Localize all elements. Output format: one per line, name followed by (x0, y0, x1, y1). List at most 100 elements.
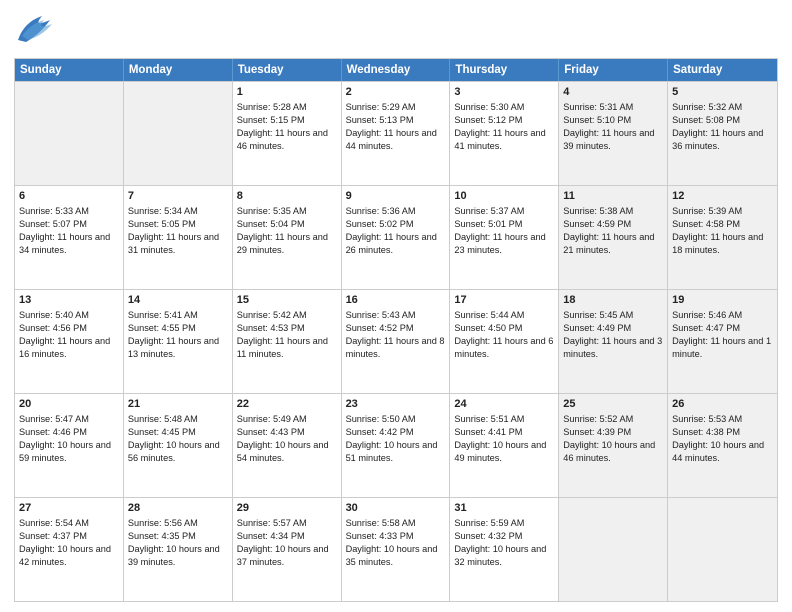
calendar-body: 1 Sunrise: 5:28 AM Sunset: 5:15 PM Daylig… (15, 81, 777, 601)
day-number: 12 (672, 189, 773, 204)
cal-cell-3-1: 13 Sunrise: 5:40 AM Sunset: 4:56 PM Dayli… (15, 290, 124, 393)
cal-cell-4-3: 22 Sunrise: 5:49 AM Sunset: 4:43 PM Dayli… (233, 394, 342, 497)
cal-cell-4-1: 20 Sunrise: 5:47 AM Sunset: 4:46 PM Dayli… (15, 394, 124, 497)
day-info: Sunrise: 5:48 AM Sunset: 4:45 PM Dayligh… (128, 414, 220, 463)
day-info: Sunrise: 5:36 AM Sunset: 5:02 PM Dayligh… (346, 206, 437, 255)
cal-cell-2-7: 12 Sunrise: 5:39 AM Sunset: 4:58 PM Dayli… (668, 186, 777, 289)
day-number: 5 (672, 85, 773, 100)
day-info: Sunrise: 5:53 AM Sunset: 4:38 PM Dayligh… (672, 414, 764, 463)
cal-cell-1-6: 4 Sunrise: 5:31 AM Sunset: 5:10 PM Daylig… (559, 82, 668, 185)
page: SundayMondayTuesdayWednesdayThursdayFrid… (0, 0, 792, 612)
week-row-3: 13 Sunrise: 5:40 AM Sunset: 4:56 PM Dayli… (15, 289, 777, 393)
logo-icon (14, 10, 58, 50)
day-info: Sunrise: 5:50 AM Sunset: 4:42 PM Dayligh… (346, 414, 438, 463)
day-info: Sunrise: 5:56 AM Sunset: 4:35 PM Dayligh… (128, 518, 220, 567)
cal-cell-3-4: 16 Sunrise: 5:43 AM Sunset: 4:52 PM Dayli… (342, 290, 451, 393)
cal-cell-5-4: 30 Sunrise: 5:58 AM Sunset: 4:33 PM Dayli… (342, 498, 451, 601)
day-info: Sunrise: 5:34 AM Sunset: 5:05 PM Dayligh… (128, 206, 219, 255)
day-number: 19 (672, 293, 773, 308)
header-day-thursday: Thursday (450, 59, 559, 81)
cal-cell-5-7 (668, 498, 777, 601)
day-info: Sunrise: 5:31 AM Sunset: 5:10 PM Dayligh… (563, 102, 654, 151)
header-day-friday: Friday (559, 59, 668, 81)
day-number: 20 (19, 397, 119, 412)
cal-cell-5-6 (559, 498, 668, 601)
day-info: Sunrise: 5:35 AM Sunset: 5:04 PM Dayligh… (237, 206, 328, 255)
cal-cell-1-2 (124, 82, 233, 185)
week-row-2: 6 Sunrise: 5:33 AM Sunset: 5:07 PM Daylig… (15, 185, 777, 289)
cal-cell-4-7: 26 Sunrise: 5:53 AM Sunset: 4:38 PM Dayli… (668, 394, 777, 497)
cal-cell-5-1: 27 Sunrise: 5:54 AM Sunset: 4:37 PM Dayli… (15, 498, 124, 601)
week-row-5: 27 Sunrise: 5:54 AM Sunset: 4:37 PM Dayli… (15, 497, 777, 601)
day-info: Sunrise: 5:45 AM Sunset: 4:49 PM Dayligh… (563, 310, 662, 359)
day-number: 4 (563, 85, 663, 100)
day-info: Sunrise: 5:33 AM Sunset: 5:07 PM Dayligh… (19, 206, 110, 255)
header (14, 10, 778, 50)
header-day-wednesday: Wednesday (342, 59, 451, 81)
day-info: Sunrise: 5:37 AM Sunset: 5:01 PM Dayligh… (454, 206, 545, 255)
day-info: Sunrise: 5:57 AM Sunset: 4:34 PM Dayligh… (237, 518, 329, 567)
day-info: Sunrise: 5:28 AM Sunset: 5:15 PM Dayligh… (237, 102, 328, 151)
day-number: 13 (19, 293, 119, 308)
day-info: Sunrise: 5:47 AM Sunset: 4:46 PM Dayligh… (19, 414, 111, 463)
day-number: 6 (19, 189, 119, 204)
day-info: Sunrise: 5:46 AM Sunset: 4:47 PM Dayligh… (672, 310, 771, 359)
day-info: Sunrise: 5:44 AM Sunset: 4:50 PM Dayligh… (454, 310, 553, 359)
week-row-4: 20 Sunrise: 5:47 AM Sunset: 4:46 PM Dayli… (15, 393, 777, 497)
day-number: 15 (237, 293, 337, 308)
cal-cell-3-3: 15Sunrise: 5:42 AM Sunset: 4:53 PM Dayli… (233, 290, 342, 393)
cal-cell-2-2: 7 Sunrise: 5:34 AM Sunset: 5:05 PM Daylig… (124, 186, 233, 289)
cal-cell-1-5: 3 Sunrise: 5:30 AM Sunset: 5:12 PM Daylig… (450, 82, 559, 185)
day-info: Sunrise: 5:43 AM Sunset: 4:52 PM Dayligh… (346, 310, 445, 359)
cal-cell-5-3: 29Sunrise: 5:57 AM Sunset: 4:34 PM Dayli… (233, 498, 342, 601)
cal-cell-1-3: 1 Sunrise: 5:28 AM Sunset: 5:15 PM Daylig… (233, 82, 342, 185)
day-number: 30 (346, 501, 446, 516)
cal-cell-3-2: 14 Sunrise: 5:41 AM Sunset: 4:55 PM Dayli… (124, 290, 233, 393)
day-info: Sunrise: 5:29 AM Sunset: 5:13 PM Dayligh… (346, 102, 437, 151)
day-number: 24 (454, 397, 554, 412)
day-info: Sunrise: 5:59 AM Sunset: 4:32 PM Dayligh… (454, 518, 546, 567)
day-number: 7 (128, 189, 228, 204)
day-info: Sunrise: 5:40 AM Sunset: 4:56 PM Dayligh… (19, 310, 110, 359)
cal-cell-1-4: 2Sunrise: 5:29 AM Sunset: 5:13 PM Daylig… (342, 82, 451, 185)
day-info: Sunrise: 5:39 AM Sunset: 4:58 PM Dayligh… (672, 206, 763, 255)
day-number: 31 (454, 501, 554, 516)
cal-cell-2-4: 9 Sunrise: 5:36 AM Sunset: 5:02 PM Daylig… (342, 186, 451, 289)
day-number: 26 (672, 397, 773, 412)
day-number: 9 (346, 189, 446, 204)
day-info: Sunrise: 5:52 AM Sunset: 4:39 PM Dayligh… (563, 414, 655, 463)
cal-cell-3-5: 17 Sunrise: 5:44 AM Sunset: 4:50 PM Dayli… (450, 290, 559, 393)
cal-cell-2-1: 6 Sunrise: 5:33 AM Sunset: 5:07 PM Daylig… (15, 186, 124, 289)
day-info: Sunrise: 5:49 AM Sunset: 4:43 PM Dayligh… (237, 414, 329, 463)
header-day-tuesday: Tuesday (233, 59, 342, 81)
cal-cell-3-6: 18 Sunrise: 5:45 AM Sunset: 4:49 PM Dayli… (559, 290, 668, 393)
logo (14, 10, 62, 50)
week-row-1: 1 Sunrise: 5:28 AM Sunset: 5:15 PM Daylig… (15, 81, 777, 185)
cal-cell-5-5: 31 Sunrise: 5:59 AM Sunset: 4:32 PM Dayli… (450, 498, 559, 601)
calendar-header: SundayMondayTuesdayWednesdayThursdayFrid… (15, 59, 777, 81)
day-number: 18 (563, 293, 663, 308)
header-day-saturday: Saturday (668, 59, 777, 81)
day-number: 11 (563, 189, 663, 204)
day-number: 1 (237, 85, 337, 100)
day-number: 23 (346, 397, 446, 412)
day-number: 17 (454, 293, 554, 308)
day-info: Sunrise: 5:51 AM Sunset: 4:41 PM Dayligh… (454, 414, 546, 463)
day-number: 27 (19, 501, 119, 516)
header-day-sunday: Sunday (15, 59, 124, 81)
day-number: 14 (128, 293, 228, 308)
day-number: 16 (346, 293, 446, 308)
day-info: Sunrise: 5:41 AM Sunset: 4:55 PM Dayligh… (128, 310, 219, 359)
day-number: 22 (237, 397, 337, 412)
day-info: Sunrise: 5:58 AM Sunset: 4:33 PM Dayligh… (346, 518, 438, 567)
header-day-monday: Monday (124, 59, 233, 81)
day-info: Sunrise: 5:54 AM Sunset: 4:37 PM Dayligh… (19, 518, 111, 567)
cal-cell-4-6: 25Sunrise: 5:52 AM Sunset: 4:39 PM Dayli… (559, 394, 668, 497)
cal-cell-1-1 (15, 82, 124, 185)
cal-cell-4-5: 24 Sunrise: 5:51 AM Sunset: 4:41 PM Dayli… (450, 394, 559, 497)
cal-cell-2-5: 10Sunrise: 5:37 AM Sunset: 5:01 PM Dayli… (450, 186, 559, 289)
day-info: Sunrise: 5:30 AM Sunset: 5:12 PM Dayligh… (454, 102, 545, 151)
cal-cell-5-2: 28Sunrise: 5:56 AM Sunset: 4:35 PM Dayli… (124, 498, 233, 601)
day-number: 3 (454, 85, 554, 100)
cal-cell-3-7: 19 Sunrise: 5:46 AM Sunset: 4:47 PM Dayli… (668, 290, 777, 393)
